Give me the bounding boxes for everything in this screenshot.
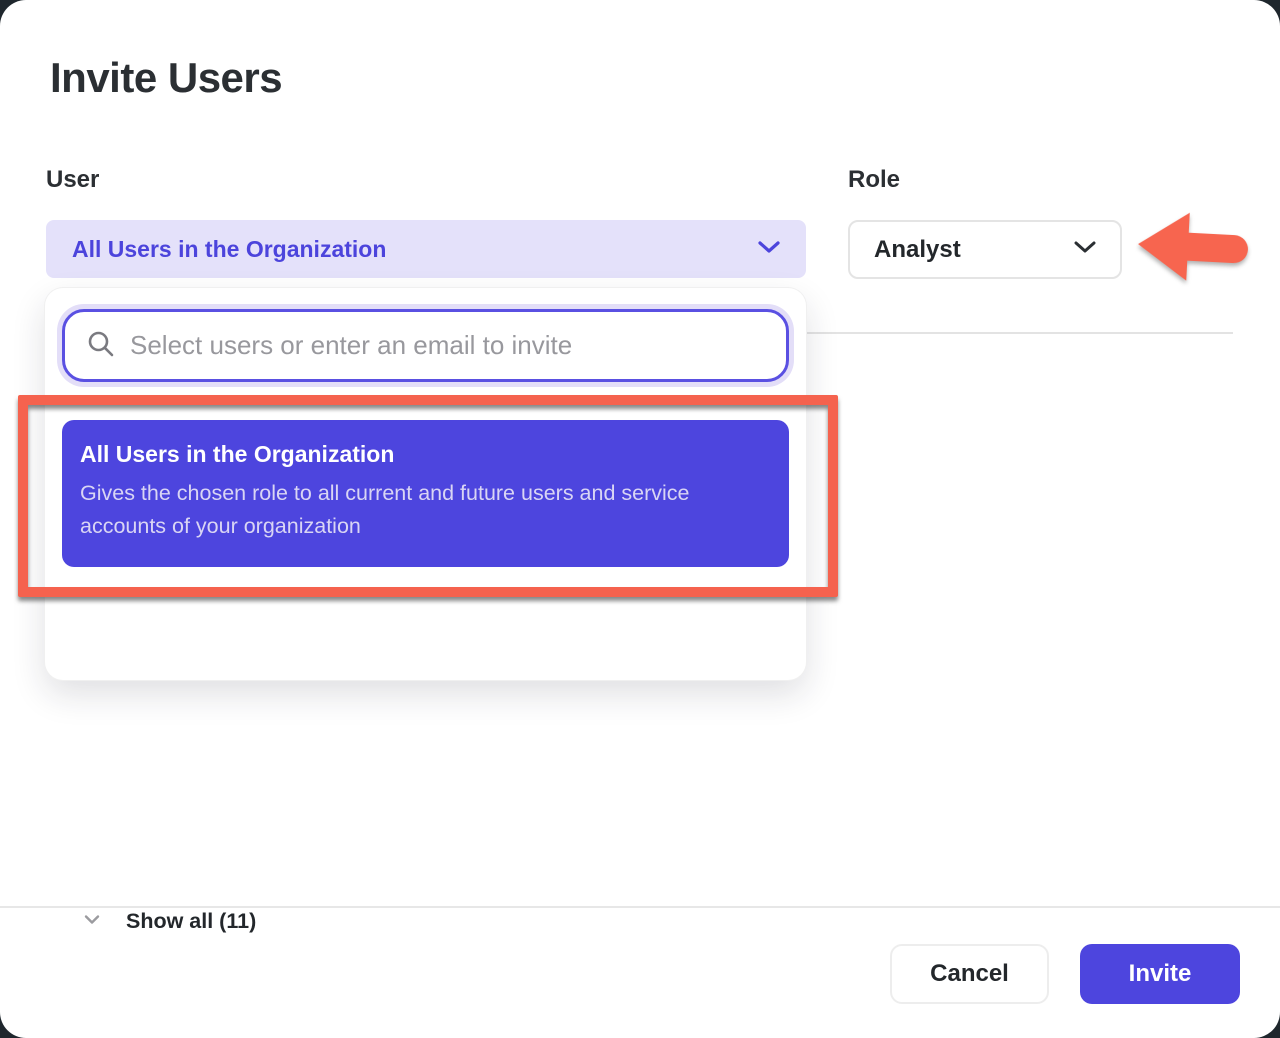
divider — [807, 332, 1233, 334]
user-select-trigger[interactable]: All Users in the Organization — [46, 220, 806, 278]
search-icon — [87, 330, 114, 362]
role-field-label: Role — [848, 166, 900, 194]
user-dropdown-panel: All Users in the Organization Gives the … — [45, 288, 806, 680]
option-description: Gives the chosen role to all current and… — [80, 477, 770, 543]
option-title: All Users in the Organization — [80, 441, 771, 468]
invite-users-dialog: Invite Users User Role All Users in the … — [0, 0, 1280, 1038]
show-all-label: Show all (11) — [126, 909, 256, 934]
chevron-down-icon — [758, 240, 780, 259]
role-selected-value: Analyst — [874, 236, 961, 264]
user-search-box — [62, 309, 789, 382]
user-search-input[interactable] — [130, 330, 764, 361]
page-title: Invite Users — [50, 54, 282, 102]
invite-button[interactable]: Invite — [1080, 944, 1240, 1004]
role-select-trigger[interactable]: Analyst — [848, 220, 1122, 279]
chevron-down-icon — [1074, 240, 1096, 259]
option-all-users[interactable]: All Users in the Organization Gives the … — [62, 420, 789, 567]
chevron-down-icon — [84, 912, 100, 930]
user-field-label: User — [46, 166, 99, 194]
annotation-arrow-icon — [1134, 204, 1254, 290]
user-selected-value: All Users in the Organization — [72, 236, 386, 263]
cancel-button[interactable]: Cancel — [890, 944, 1049, 1004]
footer-divider — [0, 906, 1280, 908]
show-all-toggle[interactable]: Show all (11) — [84, 906, 256, 936]
